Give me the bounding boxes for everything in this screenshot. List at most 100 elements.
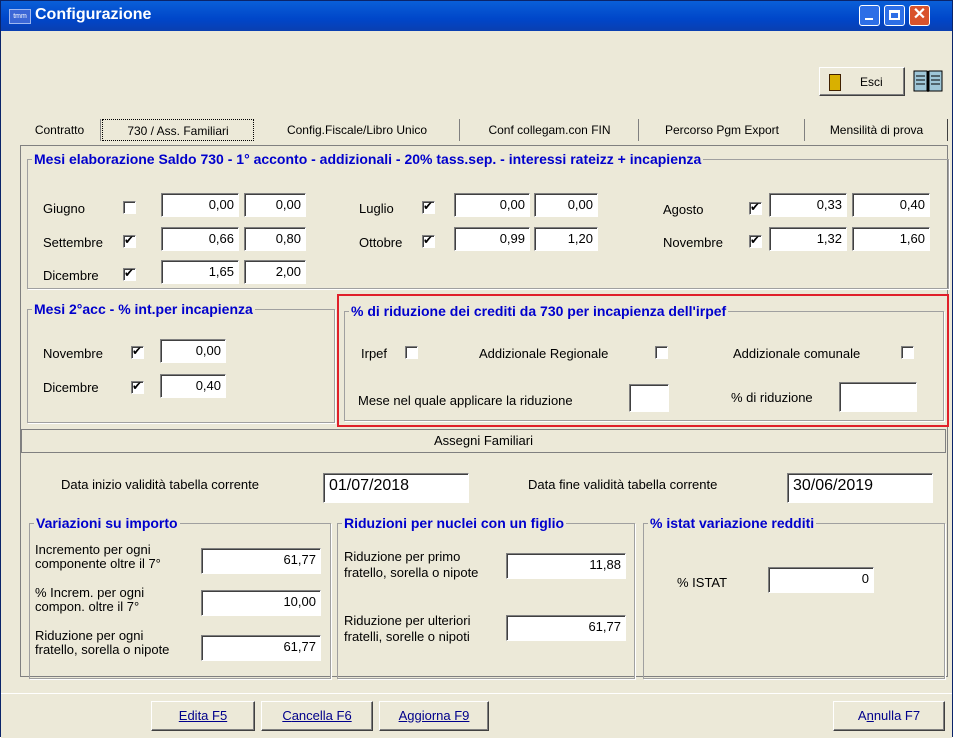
2acc-dicembre-value[interactable]: 0,40 xyxy=(160,374,226,398)
ottobre-value-2[interactable]: 1,20 xyxy=(534,227,598,251)
istat-input[interactable]: 0 xyxy=(768,567,874,593)
cancella-button[interactable]: Cancella F6 xyxy=(261,701,373,731)
minimize-button[interactable] xyxy=(859,5,880,26)
giugno-value-1[interactable]: 0,00 xyxy=(161,193,239,217)
settembre-value-1[interactable]: 0,66 xyxy=(161,227,239,251)
istat-legend: % istat variazione redditi xyxy=(650,515,815,531)
tab-contratto[interactable]: Contratto xyxy=(19,119,101,141)
riduzione-ogni-label-line1: Riduzione per ogni xyxy=(35,628,144,643)
perc-riduzione-label: % di riduzione xyxy=(731,390,813,405)
novembre-label: Novembre xyxy=(663,235,723,250)
ulteriori-fratelli-input[interactable]: 61,77 xyxy=(506,615,626,641)
aggiorna-label: ggiorna F9 xyxy=(407,708,470,723)
incremento-label: Incremento per ogni componente oltre il 7… xyxy=(35,543,161,571)
tab-percorso-pgm-export[interactable]: Percorso Pgm Export xyxy=(640,119,805,141)
primo-fratello-label: Riduzione per primo fratello, sorella o n… xyxy=(344,549,478,581)
riduzione-ogni-input[interactable]: 61,77 xyxy=(201,635,321,661)
cancella-label: ancella F6 xyxy=(291,708,352,723)
giugno-checkbox[interactable] xyxy=(123,201,136,214)
agosto-label: Agosto xyxy=(663,202,704,217)
primo-fratello-input[interactable]: 11,88 xyxy=(506,553,626,579)
ottobre-label: Ottobre xyxy=(359,235,403,250)
configurazione-window: tmm Configurazione ✕ Esci Contratto 730 … xyxy=(0,0,953,738)
dicembre-value-1[interactable]: 1,65 xyxy=(161,260,239,284)
perc-increm-input[interactable]: 10,00 xyxy=(201,590,321,616)
novembre-value-2[interactable]: 1,60 xyxy=(852,227,930,251)
annulla-prefix: A xyxy=(857,708,867,723)
luglio-label: Luglio xyxy=(359,201,394,216)
add-regionale-checkbox[interactable] xyxy=(655,346,668,359)
2acc-dicembre-label: Dicembre xyxy=(43,380,99,395)
ottobre-checkbox[interactable] xyxy=(422,233,435,248)
istat-label: % ISTAT xyxy=(677,575,728,590)
aggiorna-hotkey: A xyxy=(398,708,408,723)
ulteriori-fratelli-label-line2: fratelli, sorelle o nipoti xyxy=(344,629,470,644)
tab-config-fiscale[interactable]: Config.Fiscale/Libro Unico xyxy=(255,119,460,141)
annulla-label: nulla F7 xyxy=(873,708,921,723)
settembre-checkbox[interactable] xyxy=(123,233,136,248)
irpef-checkbox[interactable] xyxy=(405,346,418,359)
2acc-novembre-label: Novembre xyxy=(43,346,103,361)
2acc-novembre-checkbox[interactable] xyxy=(131,344,144,359)
luglio-checkbox[interactable] xyxy=(422,199,435,214)
exit-button-label: Esci xyxy=(860,75,883,89)
riduzioni-nuclei-group: Riduzioni per nuclei con un figlio xyxy=(337,515,635,679)
data-inizio-label: Data inizio validità tabella corrente xyxy=(61,477,259,492)
dicembre-label: Dicembre xyxy=(43,268,99,283)
primo-fratello-label-line2: fratello, sorella o nipote xyxy=(344,565,479,580)
edita-label: dita F5 xyxy=(187,708,228,723)
incremento-input[interactable]: 61,77 xyxy=(201,548,321,574)
exit-door-icon xyxy=(829,74,841,91)
cancella-hotkey: C xyxy=(282,708,292,723)
annulla-button[interactable]: Annulla F7 xyxy=(833,701,945,731)
riduzione-ogni-label-line2: fratello, sorella o nipote xyxy=(35,642,170,657)
help-book-icon[interactable] xyxy=(913,68,943,94)
luglio-value-1[interactable]: 0,00 xyxy=(454,193,530,217)
mese-riduzione-input[interactable] xyxy=(629,384,669,412)
primo-fratello-label-line1: Riduzione per primo xyxy=(344,549,461,564)
data-fine-label: Data fine validità tabella corrente xyxy=(528,477,718,492)
exit-button[interactable]: Esci xyxy=(819,67,905,96)
irpef-label: Irpef xyxy=(361,346,388,361)
add-comunale-checkbox[interactable] xyxy=(901,346,914,359)
add-regionale-label: Addizionale Regionale xyxy=(479,346,609,361)
novembre-value-1[interactable]: 1,32 xyxy=(769,227,847,251)
giugno-value-2[interactable]: 0,00 xyxy=(244,193,306,217)
2acc-dicembre-checkbox[interactable] xyxy=(131,379,144,394)
ulteriori-fratelli-label-line1: Riduzione per ulteriori xyxy=(344,613,471,628)
istat-group: % istat variazione redditi xyxy=(643,515,945,679)
title-bar[interactable]: tmm Configurazione ✕ xyxy=(1,1,952,31)
maximize-button[interactable] xyxy=(884,5,905,26)
annulla-hotkey: n xyxy=(866,708,874,723)
add-comunale-label: Addizionale comunale xyxy=(733,346,861,361)
riduzioni-nuclei-legend: Riduzioni per nuclei con un figlio xyxy=(344,515,565,531)
ulteriori-fratelli-label: Riduzione per ulteriori fratelli, sorelle… xyxy=(344,613,470,645)
close-button[interactable]: ✕ xyxy=(909,5,930,26)
riduzione-ogni-label: Riduzione per ogni fratello, sorella o ni… xyxy=(35,629,169,657)
app-icon: tmm xyxy=(9,9,31,24)
dicembre-checkbox[interactable] xyxy=(123,266,136,281)
incremento-label-line2: componente oltre il 7° xyxy=(35,556,161,571)
settembre-value-2[interactable]: 0,80 xyxy=(244,227,306,251)
variazioni-legend: Variazioni su importo xyxy=(36,515,178,531)
edita-button[interactable]: Edita F5 xyxy=(151,701,255,731)
novembre-checkbox[interactable] xyxy=(749,233,762,248)
giugno-label: Giugno xyxy=(43,201,85,216)
2acc-novembre-value[interactable]: 0,00 xyxy=(160,339,226,363)
perc-riduzione-input[interactable] xyxy=(839,382,917,412)
tab-conf-collegam-fin[interactable]: Conf collegam.con FIN xyxy=(461,119,639,141)
perc-increm-label: % Increm. per ogni compon. oltre il 7° xyxy=(35,586,144,614)
agosto-value-1[interactable]: 0,33 xyxy=(769,193,847,217)
luglio-value-2[interactable]: 0,00 xyxy=(534,193,598,217)
agosto-checkbox[interactable] xyxy=(749,200,762,215)
ottobre-value-1[interactable]: 0,99 xyxy=(454,227,530,251)
tab-730-ass-familiari[interactable]: 730 / Ass. Familiari xyxy=(102,119,254,141)
data-inizio-input[interactable]: 01/07/2018 xyxy=(323,473,469,503)
aggiorna-button[interactable]: Aggiorna F9 xyxy=(379,701,489,731)
data-fine-input[interactable]: 30/06/2019 xyxy=(787,473,933,503)
window-title: Configurazione xyxy=(35,6,152,23)
dicembre-value-2[interactable]: 2,00 xyxy=(244,260,306,284)
agosto-value-2[interactable]: 0,40 xyxy=(852,193,930,217)
assegni-familiari-header: Assegni Familiari xyxy=(21,429,946,453)
tab-mensilita-prova[interactable]: Mensilità di prova xyxy=(806,119,948,141)
